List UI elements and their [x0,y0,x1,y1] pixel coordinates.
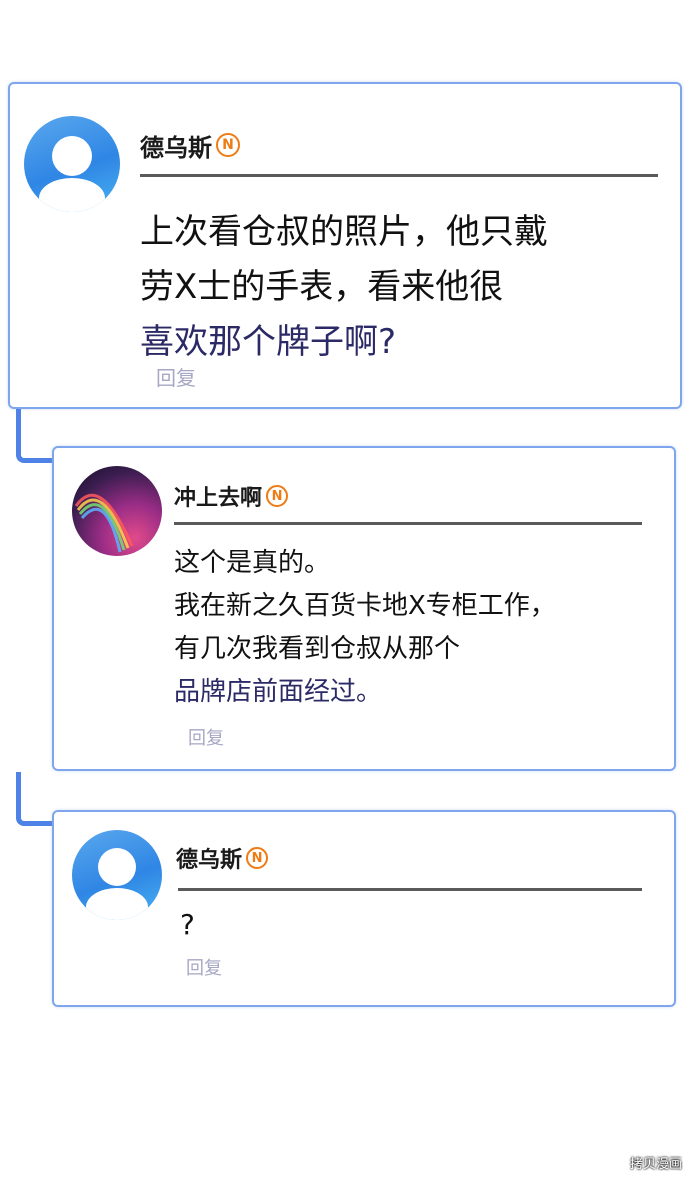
username[interactable]: 冲上去啊 [174,480,262,512]
avatar-body-shape [39,178,105,212]
reply-button[interactable]: 回复 [156,362,196,391]
avatar[interactable] [24,116,120,212]
avatar-head-shape [52,136,92,176]
comment-text-line: 这个是真的。 [174,548,331,578]
thread-connector [16,772,54,826]
n-badge-icon: N [246,847,269,869]
username[interactable]: 德乌斯 [140,128,212,163]
comment-header: 德乌斯 N [176,842,269,874]
avatar[interactable] [72,830,162,920]
username[interactable]: 德乌斯 [176,842,242,874]
thread-connector [16,409,54,463]
comment-text-line: 品牌店前面经过。 [174,677,383,707]
avatar-head-shape [98,848,136,886]
header-divider [140,174,658,177]
header-divider [174,522,642,525]
comment-text-line: 有几次我看到仓叔从那个 [174,634,461,664]
comment-card: 冲上去啊 N 这个是真的。 我在新之久百货卡地X专柜工作， 有几次我看到仓叔从那… [52,446,676,771]
reply-button[interactable]: 回复 [186,954,222,980]
n-badge-icon: N [266,485,289,507]
comment-header: 德乌斯 N [140,128,240,162]
avatar[interactable] [72,466,162,556]
comment-text-line: 劳X士的手表，看来他很 [140,267,504,307]
comment-header: 冲上去啊 N [174,480,289,512]
avatar-body-shape [86,888,148,920]
comment-text-line: 上次看仓叔的照片，他只戴 [140,212,548,252]
comment-card: 德乌斯 N ? 回复 [52,810,676,1007]
header-divider [178,888,642,891]
comment-text-line: 我在新之久百货卡地X专柜工作， [174,591,556,621]
rainbow-avatar-icon [74,493,134,553]
reply-button[interactable]: 回复 [188,724,224,750]
watermark: 拷贝漫画 [629,1157,682,1172]
comment-text-line: 喜欢那个牌子啊? [140,322,397,362]
n-badge-icon: N [216,133,240,157]
comment-card: 德乌斯 N 上次看仓叔的照片，他只戴 劳X士的手表，看来他很 喜欢那个牌子啊? … [8,82,682,409]
comment-text-line: ? [180,908,195,941]
